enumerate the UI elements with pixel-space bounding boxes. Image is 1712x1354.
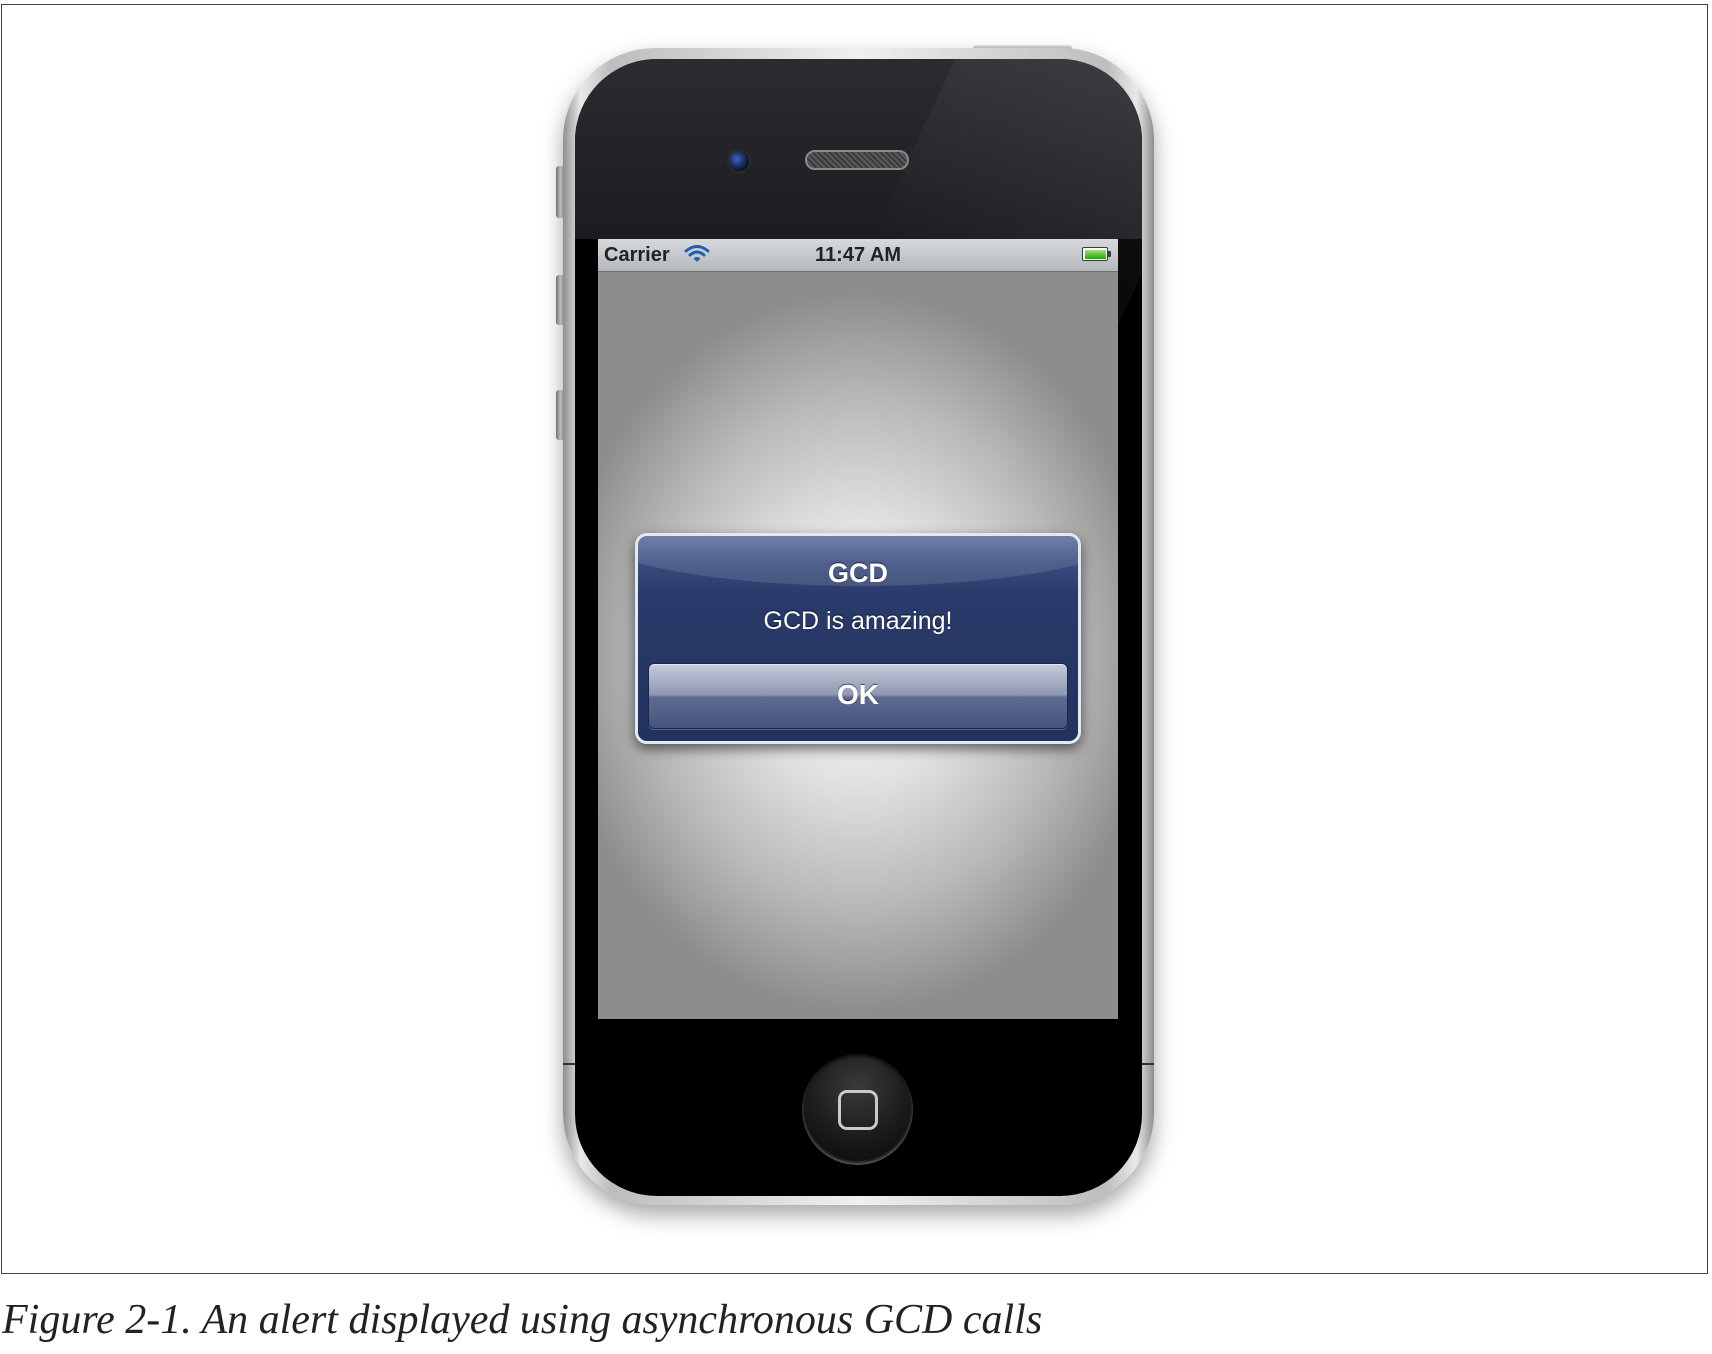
camera-icon — [727, 149, 751, 173]
ok-button[interactable]: OK — [648, 663, 1068, 729]
speaker-icon — [805, 150, 909, 170]
figure-caption: Figure 2-1. An alert displayed using asy… — [2, 1297, 1043, 1343]
antenna-band-right — [1140, 1063, 1154, 1065]
status-bar: Carrier 11:47 AM — [598, 239, 1118, 272]
alert-message: GCD is amazing! — [763, 607, 953, 635]
home-button-icon — [838, 1090, 878, 1130]
home-button[interactable] — [802, 1054, 913, 1165]
alert-dialog: GCD GCD is amazing! OK — [635, 533, 1081, 744]
battery-icon — [1082, 247, 1112, 261]
status-time: 11:47 AM — [815, 244, 901, 266]
alert-title: GCD — [828, 558, 888, 588]
phone-screen: Carrier 11:47 AM GCD GCD is amazing! OK — [598, 239, 1118, 1019]
